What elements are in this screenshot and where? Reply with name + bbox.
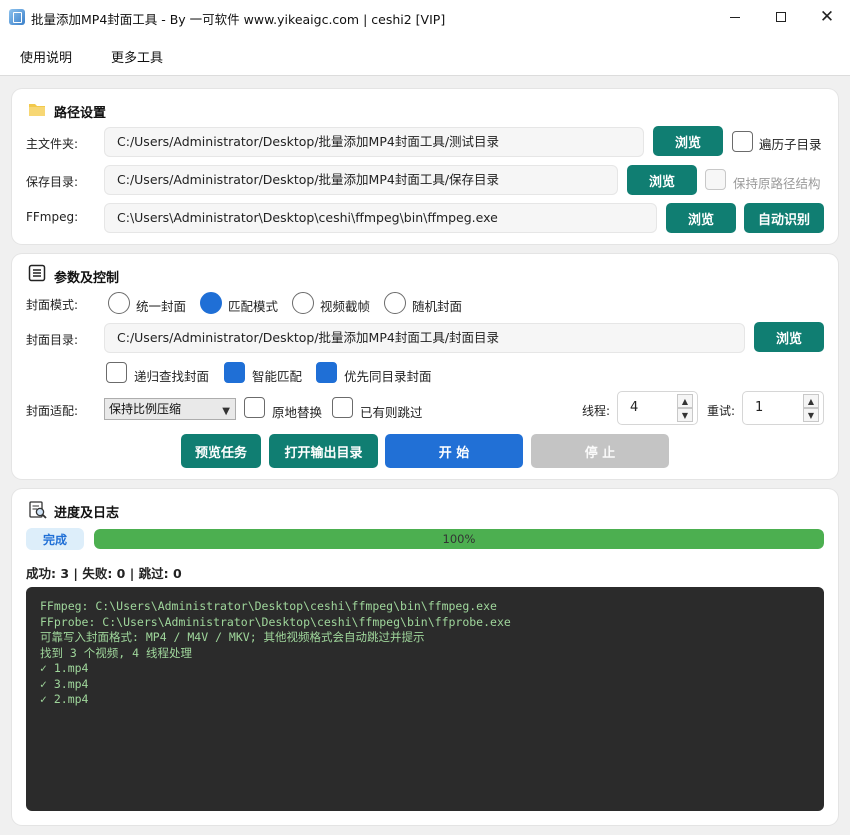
open-output-dir-button[interactable]: 打开输出目录 — [269, 434, 378, 468]
menu-item-help[interactable]: 使用说明 — [20, 47, 72, 66]
auto-detect-button[interactable]: 自动识别 — [744, 203, 824, 233]
skip-existing-label: 已有则跳过 — [360, 405, 423, 420]
log-line: ✓ 3.mp4 — [40, 676, 89, 691]
minimize-button[interactable] — [712, 0, 758, 34]
replace-in-place-label: 原地替换 — [272, 405, 323, 420]
cover-fit-select[interactable]: 保持比例压缩 ▼ — [104, 398, 236, 420]
main-folder-browse-button[interactable]: 浏览 — [653, 126, 723, 156]
search-log-icon — [29, 501, 47, 519]
keep-path-structure-checkbox[interactable] — [705, 169, 726, 190]
cover-mode-frame-label: 视频截帧 — [320, 299, 371, 314]
cover-mode-frame-radio[interactable] — [292, 292, 314, 314]
ffmpeg-path-field[interactable]: C:\Users\Administrator\Desktop\ceshi\ffm… — [104, 203, 657, 233]
menu-item-more-tools[interactable]: 更多工具 — [111, 47, 163, 66]
params-title: 参数及控制 — [54, 271, 120, 286]
cover-mode-match-radio[interactable] — [200, 292, 222, 314]
params-card: 参数及控制 封面模式: 统一封面 匹配模式 视频截帧 随机封面 封面目录: C:… — [12, 254, 838, 479]
log-line: 找到 3 个视频, 4 线程处理 — [40, 645, 192, 660]
path-settings-title: 路径设置 — [54, 106, 107, 121]
main-folder-label: 主文件夹: — [26, 137, 79, 151]
minimize-icon — [730, 16, 740, 18]
save-dir-label: 保存目录: — [26, 175, 79, 189]
keep-path-structure-label: 保持原路径结构 — [733, 176, 821, 191]
log-panel[interactable]: FFmpeg: C:\Users\Administrator\Desktop\c… — [26, 587, 824, 811]
increment-icon[interactable]: ▲ — [677, 394, 693, 408]
log-line: ✓ 2.mp4 — [40, 692, 89, 706]
list-icon — [28, 264, 46, 282]
cover-mode-random-label: 随机封面 — [412, 299, 463, 314]
threads-spinbox[interactable]: 4 ▲ ▼ — [617, 391, 698, 425]
log-line: FFprobe: C:\Users\Administrator\Desktop\… — [40, 614, 511, 629]
close-button[interactable]: ✕ — [804, 0, 850, 34]
title-bar: 批量添加MP4封面工具 - By 一可软件 www.yikeaigc.com |… — [0, 0, 850, 34]
recursive-cover-label: 递归查找封面 — [134, 369, 210, 384]
threads-label: 线程: — [582, 404, 611, 418]
cover-mode-unified-label: 统一封面 — [136, 299, 187, 314]
decrement-icon[interactable]: ▼ — [677, 408, 693, 422]
cover-dir-browse-button[interactable]: 浏览 — [754, 322, 824, 352]
progress-log-card: 进度及日志 完成 100% 成功: 3 | 失败: 0 | 跳过: 0 FFmp… — [12, 489, 838, 825]
save-dir-field[interactable]: C:/Users/Administrator/Desktop/批量添加MP4封面… — [104, 165, 618, 195]
cover-mode-label: 封面模式: — [26, 298, 79, 312]
app-icon — [9, 9, 25, 25]
smart-match-label: 智能匹配 — [252, 369, 303, 384]
ffmpeg-label: FFmpeg: — [26, 210, 79, 224]
cover-mode-unified-radio[interactable] — [108, 292, 130, 314]
progress-text: 100% — [442, 532, 476, 546]
prefer-same-dir-label: 优先同目录封面 — [344, 369, 432, 384]
result-stats: 成功: 3 | 失败: 0 | 跳过: 0 — [26, 566, 182, 581]
progress-log-title: 进度及日志 — [54, 506, 120, 521]
smart-match-checkbox[interactable] — [224, 362, 245, 383]
progress-bar: 100% — [94, 529, 824, 549]
cover-dir-field[interactable]: C:/Users/Administrator/Desktop/批量添加MP4封面… — [104, 323, 745, 353]
chevron-down-icon: ▼ — [222, 406, 230, 417]
increment-icon[interactable]: ▲ — [803, 394, 819, 408]
retry-value: 1 — [755, 400, 764, 415]
close-icon: ✕ — [819, 6, 835, 27]
log-line: FFmpeg: C:\Users\Administrator\Desktop\c… — [40, 599, 497, 613]
cover-mode-random-radio[interactable] — [384, 292, 406, 314]
traverse-subdir-label: 遍历子目录 — [759, 137, 822, 152]
threads-value: 4 — [630, 400, 639, 415]
retry-spinbox[interactable]: 1 ▲ ▼ — [742, 391, 824, 425]
recursive-cover-checkbox[interactable] — [106, 362, 127, 383]
folder-icon — [29, 104, 45, 116]
window-title: 批量添加MP4封面工具 - By 一可软件 www.yikeaigc.com |… — [31, 12, 446, 27]
preview-task-button[interactable]: 预览任务 — [181, 434, 261, 468]
save-dir-browse-button[interactable]: 浏览 — [627, 165, 697, 195]
replace-in-place-checkbox[interactable] — [244, 397, 265, 418]
path-settings-card: 路径设置 主文件夹: C:/Users/Administrator/Deskto… — [12, 89, 838, 244]
menu-bar: 使用说明 更多工具 — [0, 34, 850, 76]
cover-fit-value: 保持比例压缩 — [109, 402, 182, 416]
cover-mode-match-label: 匹配模式 — [228, 299, 279, 314]
cover-dir-label: 封面目录: — [26, 333, 79, 347]
retry-label: 重试: — [707, 404, 736, 418]
maximize-button[interactable] — [758, 0, 804, 34]
maximize-icon — [776, 12, 786, 22]
decrement-icon[interactable]: ▼ — [803, 408, 819, 422]
cover-fit-label: 封面适配: — [26, 404, 79, 418]
traverse-subdir-checkbox[interactable] — [732, 131, 753, 152]
log-lines: FFmpeg: C:\Users\Administrator\Desktop\c… — [40, 599, 810, 708]
log-line: ✓ 1.mp4 — [40, 661, 89, 675]
prefer-same-dir-checkbox[interactable] — [316, 362, 337, 383]
status-badge: 完成 — [26, 528, 84, 550]
ffmpeg-browse-button[interactable]: 浏览 — [666, 203, 736, 233]
log-line: 可靠写入封面格式: MP4 / M4V / MKV; 其他视频格式会自动跳过并提… — [40, 630, 425, 644]
start-button[interactable]: 开 始 — [385, 434, 523, 468]
stop-button[interactable]: 停 止 — [531, 434, 669, 468]
skip-existing-checkbox[interactable] — [332, 397, 353, 418]
main-folder-field[interactable]: C:/Users/Administrator/Desktop/批量添加MP4封面… — [104, 127, 644, 157]
